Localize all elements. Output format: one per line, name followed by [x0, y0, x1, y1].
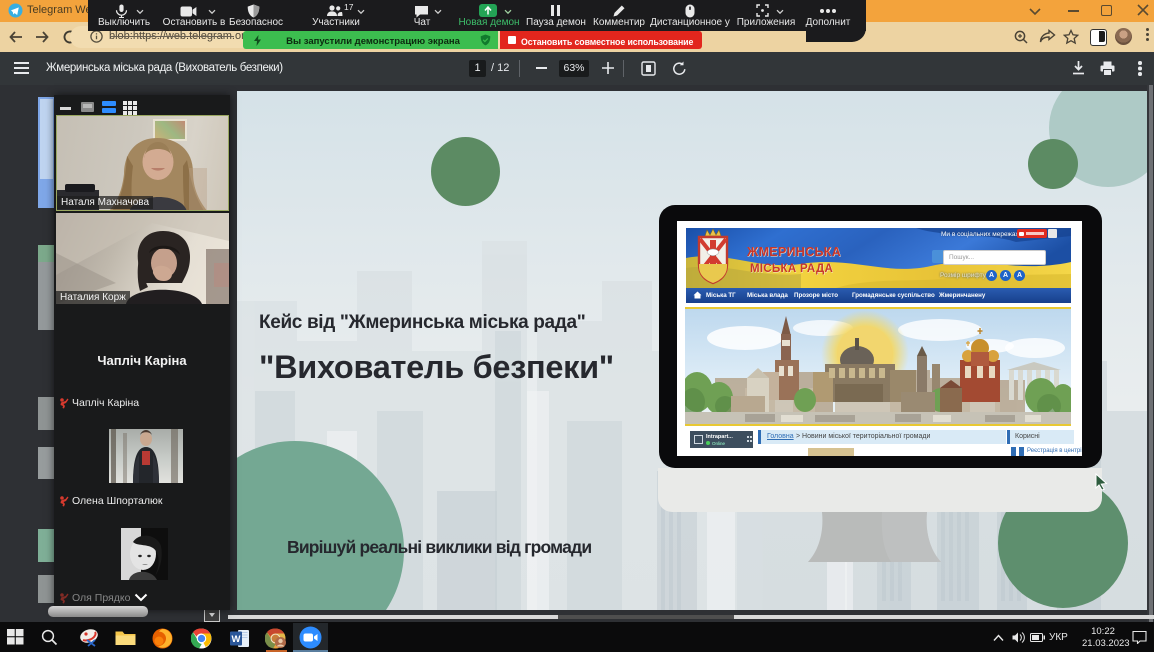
svg-text:W: W — [232, 634, 241, 645]
